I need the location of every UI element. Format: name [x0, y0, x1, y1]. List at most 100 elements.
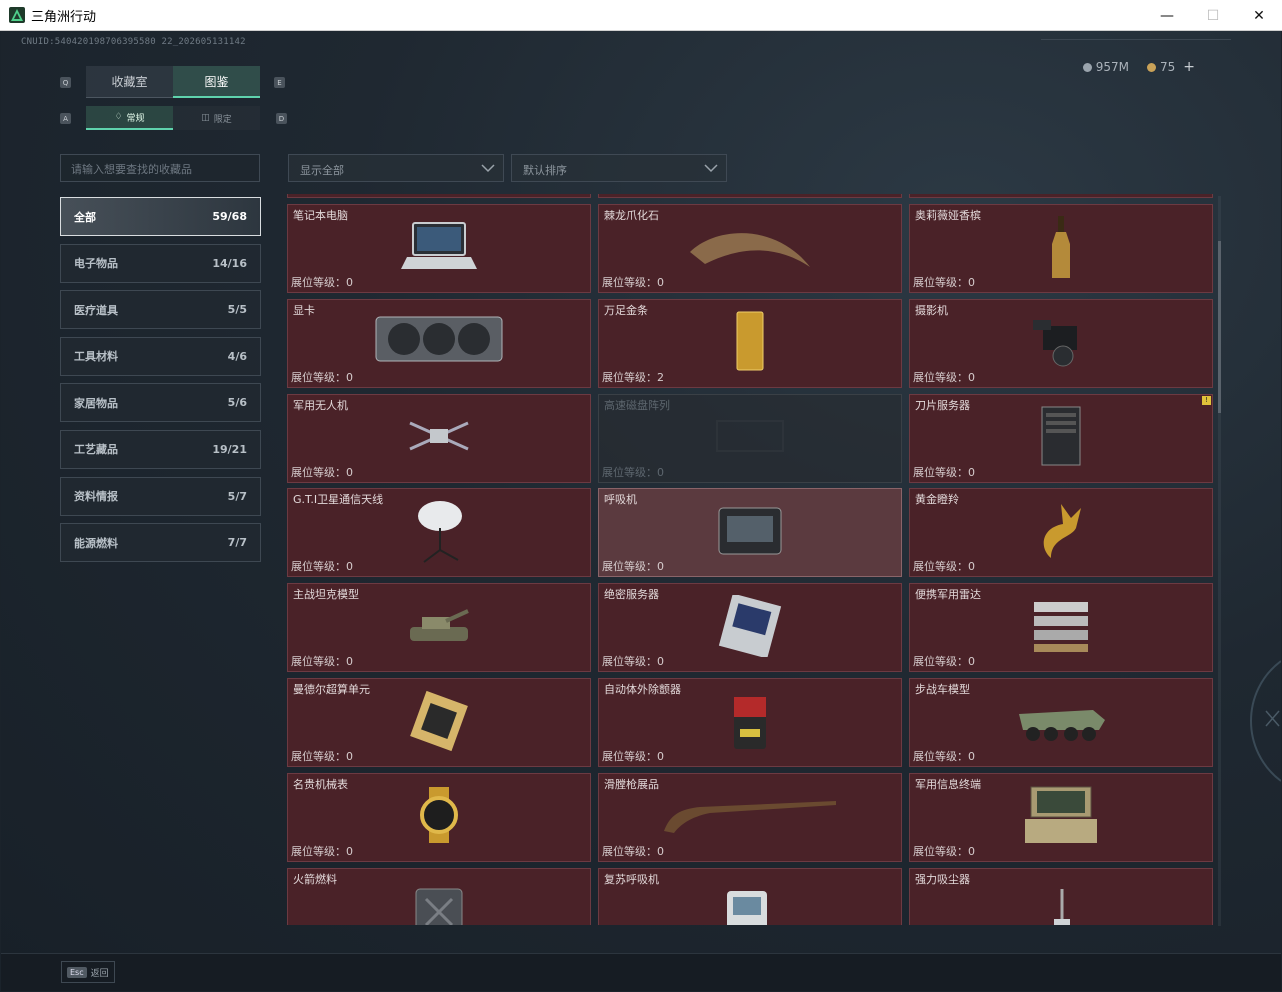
- collection-card[interactable]: 呼吸机 展位等级：0: [598, 488, 902, 578]
- category-list: 全部 59/68 电子物品 14/16 医疗道具 5/5 工具材料 4/6 家居物品 5/…: [60, 197, 261, 570]
- booth-level-label: 展位等级：0: [291, 844, 353, 858]
- window-titlebar: 三角洲行动 — ☐ ✕: [0, 0, 1282, 31]
- category-count: 4/6: [227, 349, 247, 363]
- champagne-icon: [1050, 214, 1072, 284]
- collection-card[interactable]: 棘龙爪化石展位等级：0: [598, 204, 902, 293]
- collection-card-partial[interactable]: 展位等级：0: [598, 194, 902, 199]
- collection-card[interactable]: 火箭燃料: [287, 867, 591, 925]
- category-all[interactable]: 全部 59/68: [60, 197, 261, 236]
- collection-card[interactable]: 军用信息终端 展位等级：0: [909, 772, 1213, 862]
- collection-card[interactable]: 主战坦克模型 展位等级：0: [287, 583, 591, 673]
- collection-card[interactable]: 显卡展位等级：0: [287, 298, 591, 388]
- header-divider: [1041, 39, 1231, 47]
- booth-level-label: 展位等级：0: [602, 750, 664, 763]
- category-tools[interactable]: 工具材料 4/6: [60, 336, 261, 376]
- item-name: 棘龙爪化石: [604, 209, 659, 222]
- booth-level-label: 展位等级：0: [291, 370, 353, 384]
- collection-card[interactable]: 强力吸尘器: [909, 867, 1213, 925]
- booth-level-label: 展位等级：0: [602, 194, 664, 195]
- minimize-button[interactable]: —: [1144, 0, 1190, 31]
- tank-model-icon: [406, 601, 472, 655]
- tab-collection-room[interactable]: 收藏室: [86, 66, 173, 98]
- collection-card[interactable]: 黄金瞪羚 展位等级：0: [909, 488, 1213, 578]
- category-label: 电子物品: [74, 257, 118, 271]
- booth-level-label: 展位等级：0: [291, 194, 353, 195]
- add-currency-button[interactable]: +: [1183, 59, 1195, 75]
- silver-amount: 957M: [1095, 60, 1129, 74]
- radar-icon: [1030, 596, 1092, 660]
- collection-card[interactable]: 笔记本电脑展位等级：0: [287, 204, 591, 293]
- category-household[interactable]: 家居物品 5/6: [60, 383, 261, 423]
- window-title: 三角洲行动: [31, 9, 97, 25]
- category-medical[interactable]: 医疗道具 5/5: [60, 290, 261, 330]
- subtab-limited-label: 限定: [213, 114, 232, 125]
- booth-level-label: 展位等级：0: [602, 276, 664, 289]
- collection-card-partial[interactable]: 展位等级：0: [287, 194, 591, 199]
- item-name: 军用无人机: [293, 398, 348, 412]
- item-name: 笔记本电脑: [293, 209, 348, 222]
- item-name: 名贵机械表: [293, 777, 348, 791]
- collection-card[interactable]: 便携军用雷达 展位等级：0: [909, 583, 1213, 673]
- item-name: 军用信息终端: [915, 777, 981, 791]
- collection-card[interactable]: 步战车模型 展位等级：0: [909, 678, 1213, 767]
- close-button[interactable]: ✕: [1236, 0, 1282, 31]
- booth-level-label: 展位等级：0: [913, 655, 975, 669]
- item-name: 摄影机: [915, 303, 948, 317]
- item-name: 显卡: [293, 303, 315, 317]
- item-name: 滑膛枪展品: [604, 777, 659, 791]
- esc-key-icon: Esc: [67, 966, 87, 978]
- item-name: 步战车模型: [915, 683, 970, 696]
- collection-card[interactable]: 万足金条 展位等级：2: [598, 298, 902, 388]
- disk-array-icon: [715, 415, 785, 461]
- collection-card[interactable]: 复苏呼吸机: [598, 867, 902, 925]
- category-crafts[interactable]: 工艺藏品 19/21: [60, 429, 261, 469]
- app-logo-icon: [9, 7, 25, 23]
- gold-coin-icon: [1146, 62, 1156, 72]
- booth-level-label: 展位等级：0: [602, 844, 664, 858]
- keyhint-d: D: [276, 113, 287, 124]
- back-button[interactable]: Esc 返回: [61, 961, 115, 983]
- search-input[interactable]: 请输入想要查找的收藏品: [60, 154, 260, 182]
- ifv-model-icon: [1013, 696, 1109, 750]
- limited-icon: ◫: [201, 113, 210, 123]
- collection-card[interactable]: 滑膛枪展品展位等级：0: [598, 772, 902, 862]
- collection-card[interactable]: 奥莉薇娅香槟 展位等级：0: [909, 204, 1213, 293]
- booth-level-label: 展位等级：0: [602, 465, 664, 479]
- gold-gazelle-icon: [1031, 498, 1091, 568]
- item-name: G.T.I卫星通信天线: [293, 493, 384, 507]
- booth-level-label: 展位等级：0: [913, 560, 975, 574]
- item-name: 复苏呼吸机: [604, 872, 659, 886]
- sort-dropdown[interactable]: 默认排序: [511, 154, 727, 182]
- subtab-regular[interactable]: ♢ 常规: [86, 106, 173, 130]
- scrollbar-thumb[interactable]: [1218, 241, 1221, 413]
- regular-icon: ♢: [114, 112, 123, 122]
- booth-level-label: 展位等级：0: [291, 276, 353, 289]
- category-fuel[interactable]: 能源燃料 7/7: [60, 523, 261, 563]
- subtab-limited[interactable]: ◫ 限定: [173, 106, 260, 130]
- uid-label: CNUID:540420198706395580 22_202605131142: [21, 37, 246, 47]
- keyhint-a: A: [60, 113, 71, 124]
- collection-card[interactable]: 刀片服务器 展位等级：0!: [909, 393, 1213, 483]
- collection-card[interactable]: 军用无人机 展位等级：0: [287, 393, 591, 483]
- collection-card[interactable]: G.T.I卫星通信天线 展位等级：0: [287, 488, 591, 578]
- watch-icon: [413, 785, 465, 849]
- gpu-icon: [374, 313, 504, 373]
- collection-card[interactable]: 摄影机 展位等级：0: [909, 298, 1213, 388]
- maximize-button[interactable]: ☐: [1190, 0, 1236, 31]
- tab-catalog[interactable]: 图鉴: [173, 66, 260, 98]
- category-intel[interactable]: 资料情报 5/7: [60, 476, 261, 516]
- collection-card-partial[interactable]: 展位等级：0: [909, 194, 1213, 199]
- satellite-dish-icon: [414, 498, 464, 568]
- defibrillator-icon: [730, 689, 770, 757]
- category-electronics[interactable]: 电子物品 14/16: [60, 243, 261, 283]
- collection-card[interactable]: 名贵机械表展位等级：0: [287, 772, 591, 862]
- camera-icon: [1029, 312, 1093, 374]
- booth-level-label: 展位等级：0: [291, 655, 353, 669]
- collection-card[interactable]: 曼德尔超算单元 展位等级：0: [287, 678, 591, 767]
- display-filter-dropdown[interactable]: 显示全部: [288, 154, 504, 182]
- collection-card[interactable]: 自动体外除颤器 展位等级：0: [598, 678, 902, 767]
- gold-bar-icon: [735, 310, 765, 376]
- item-name: 火箭燃料: [293, 872, 337, 886]
- collection-card[interactable]: 绝密服务器 展位等级：0: [598, 583, 902, 673]
- collection-card[interactable]: 高速磁盘阵列 展位等级：0: [598, 393, 902, 483]
